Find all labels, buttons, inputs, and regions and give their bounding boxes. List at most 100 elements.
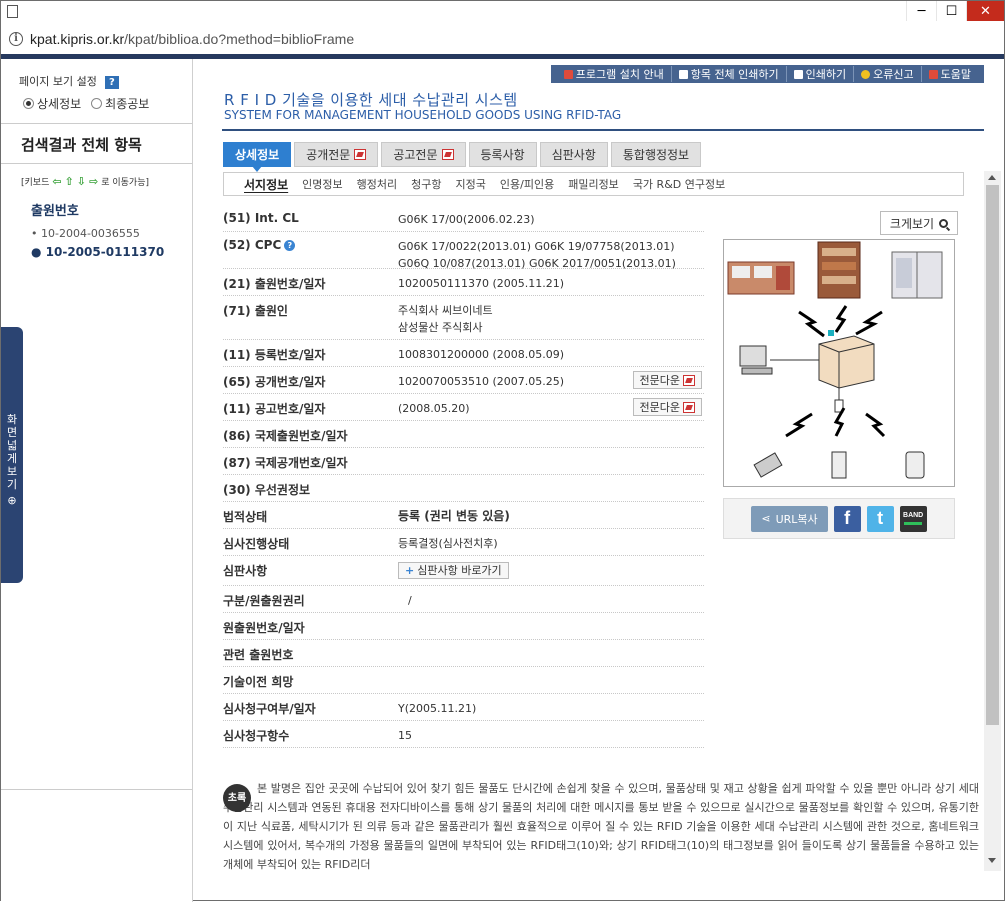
help-icon[interactable]: ?	[104, 76, 119, 89]
subtab-rnd[interactable]: 국가 R&D 연구정보	[633, 176, 725, 192]
abstract-text: 본 발명은 집안 곳곳에 수납되어 있어 찾기 힘든 물품도 단시간에 손쉽게 …	[223, 782, 979, 871]
keyboard-help: [키보드 ⇦ ⇧ ⇩ ⇨ 로 이동가능]	[21, 175, 150, 188]
wide-view-tab[interactable]: 화면넓게보기 ⊕	[1, 327, 23, 583]
tab-detail[interactable]: 상세정보	[223, 142, 292, 172]
field-row: (71) 출원인 주식회사 씨브이네트 삼성물산 주식회사	[223, 296, 704, 340]
result-item-selected[interactable]: ● 10-2005-0111370	[31, 245, 164, 259]
field-row: (21) 출원번호/일자 1020050111370 (2005.11.21)	[223, 269, 704, 296]
install-guide-link[interactable]: 프로그램 설치 안내	[557, 66, 672, 82]
field-row: 기술이전 희망	[223, 667, 704, 694]
view-setting: 페이지 보기 설정?	[19, 73, 119, 89]
magnifier-icon	[939, 218, 949, 228]
url-copy-button[interactable]: ⋖ URL복사	[751, 505, 828, 532]
field-row: 관련 출원번호	[223, 640, 704, 667]
pdf-icon	[683, 374, 695, 386]
field-label: 심판사항	[223, 564, 268, 578]
download-button[interactable]: 전문다운	[632, 398, 702, 416]
field-value: 1020070053510 (2007.05.25)	[398, 375, 565, 388]
field-row: 원출원번호/일자	[223, 613, 704, 640]
utility-links: 프로그램 설치 안내 항목 전체 인쇄하기 인쇄하기 오류신고 도움말	[550, 65, 984, 83]
field-label: (11) 등록번호/일자	[223, 348, 326, 362]
plus-icon: +	[405, 564, 415, 577]
result-item[interactable]: • 10-2004-0036555	[31, 227, 140, 240]
url-text[interactable]: kpat.kipris.or.kr/kpat/biblioa.do?method…	[30, 31, 354, 47]
title-bar: ─ ☐ ✕	[1, 1, 1004, 23]
field-row: (65) 공개번호/일자 1020070053510 (2007.05.25) …	[223, 367, 704, 394]
radio-detail[interactable]: 상세정보	[23, 95, 81, 112]
subtab-designated[interactable]: 지정국	[456, 176, 486, 192]
twitter-icon[interactable]: t	[866, 505, 894, 532]
pdf-icon	[563, 69, 573, 79]
tab-admin[interactable]: 통합행정정보	[610, 142, 702, 167]
field-label: (11) 공고번호/일자	[223, 402, 326, 416]
view-radio-group: 상세정보 최종공보	[23, 95, 149, 112]
warning-icon	[861, 69, 871, 79]
download-button[interactable]: 전문다운	[632, 371, 702, 389]
scroll-up-icon[interactable]	[988, 175, 996, 180]
field-label: 기술이전 희망	[223, 675, 294, 689]
help-person-icon	[928, 69, 938, 79]
help-icon[interactable]: ?	[284, 240, 296, 251]
radio-final[interactable]: 최종공보	[91, 95, 149, 112]
rfid-system-drawing	[727, 241, 943, 479]
vertical-scrollbar[interactable]	[984, 171, 1001, 871]
field-row: 심사진행상태 등록결정(심사전치후)	[223, 529, 704, 556]
share-bar: ⋖ URL복사 f t BAND	[723, 498, 955, 539]
representative-drawing[interactable]	[723, 239, 955, 487]
subtab-claims[interactable]: 청구항	[411, 176, 441, 192]
arrow-down-icon: ⇩	[76, 175, 87, 188]
band-icon[interactable]: BAND	[899, 505, 927, 532]
print-all-link[interactable]: 항목 전체 인쇄하기	[672, 66, 787, 82]
field-value: G06K 17/0022(2013.01) G06K 19/07758(2013…	[398, 240, 676, 270]
subtab-bibliography[interactable]: 서지정보	[244, 176, 288, 193]
close-button[interactable]: ✕	[966, 1, 1004, 21]
page-icon	[7, 5, 18, 18]
results-title: 검색결과 전체 항목	[21, 136, 142, 154]
divider	[1, 163, 192, 164]
error-report-link[interactable]: 오류신고	[854, 66, 922, 82]
print-link[interactable]: 인쇄하기	[787, 66, 855, 82]
browser-window: ─ ☐ ✕ i kpat.kipris.or.kr/kpat/biblioa.d…	[0, 0, 1005, 902]
field-label: (51) Int. CL	[223, 211, 299, 225]
field-label: (30) 우선권정보	[223, 483, 311, 497]
field-row: 심사청구여부/일자 Y(2005.11.21)	[223, 694, 704, 721]
field-label: 법적상태	[223, 510, 268, 524]
arrow-right-icon: ⇨	[89, 175, 99, 188]
field-label: (86) 국제출원번호/일자	[223, 429, 348, 443]
help-link[interactable]: 도움말	[922, 66, 978, 82]
application-number-heading: 출원번호	[31, 204, 79, 219]
subtab-persons[interactable]: 인명정보	[302, 176, 342, 192]
field-label: (65) 공개번호/일자	[223, 375, 326, 389]
main-tabs: 상세정보 공개전문 공고전문 등록사항 심판사항 통합행정정보	[223, 142, 702, 172]
arrow-up-icon: ⇧	[64, 175, 74, 188]
subtab-family[interactable]: 패밀리정보	[568, 176, 619, 192]
zoom-button[interactable]: 크게보기	[880, 211, 958, 235]
tab-announcement[interactable]: 공고전문	[381, 142, 466, 167]
tab-trial[interactable]: 심판사항	[539, 142, 608, 167]
radio-empty-icon[interactable]	[91, 98, 103, 109]
scroll-thumb[interactable]	[986, 185, 999, 725]
field-value: 주식회사 씨브이네트 삼성물산 주식회사	[398, 304, 493, 334]
tab-publication[interactable]: 공개전문	[294, 142, 379, 167]
info-icon[interactable]: i	[9, 32, 23, 46]
field-row: (52) CPC? G06K 17/0022(2013.01) G06K 19/…	[223, 232, 704, 270]
divider	[1, 789, 192, 790]
trial-shortcut-button[interactable]: + 심판사항 바로가기	[398, 562, 509, 579]
scroll-down-icon[interactable]	[988, 858, 996, 863]
maximize-button[interactable]: ☐	[936, 1, 966, 21]
tab-registration[interactable]: 등록사항	[468, 142, 537, 167]
field-row: (86) 국제출원번호/일자	[223, 421, 704, 448]
divider	[1, 123, 192, 124]
field-value: 1008301200000 (2008.05.09)	[398, 348, 565, 361]
radio-selected-icon[interactable]	[23, 98, 34, 109]
field-value: 15	[398, 729, 412, 742]
pdf-icon	[683, 401, 695, 413]
abstract-badge: 초록	[223, 784, 251, 812]
subtab-citations[interactable]: 인용/피인용	[500, 176, 554, 192]
patent-title-ko: R F I D 기술을 이용한 세대 수납관리 시스템	[224, 91, 518, 109]
address-bar[interactable]: i kpat.kipris.or.kr/kpat/biblioa.do?meth…	[1, 23, 1004, 55]
facebook-icon[interactable]: f	[833, 505, 861, 532]
patent-title-en: SYSTEM FOR MANAGEMENT HOUSEHOLD GOODS US…	[224, 108, 622, 122]
minimize-button[interactable]: ─	[906, 1, 936, 21]
subtab-admin-process[interactable]: 행정처리	[357, 176, 397, 192]
